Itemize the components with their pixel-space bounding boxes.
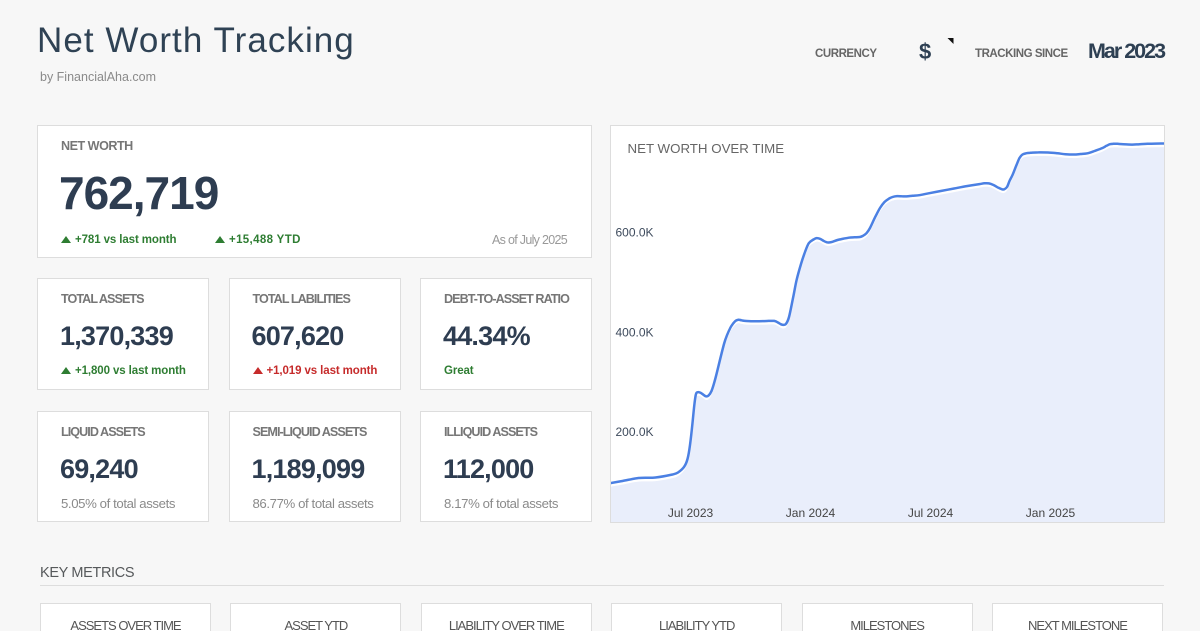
svg-text:NET WORTH OVER TIME: NET WORTH OVER TIME bbox=[628, 141, 785, 156]
svg-text:200.0K: 200.0K bbox=[616, 425, 654, 439]
svg-text:Jan 2024: Jan 2024 bbox=[786, 506, 836, 520]
svg-text:600.0K: 600.0K bbox=[616, 226, 654, 240]
svg-text:400.0K: 400.0K bbox=[616, 326, 654, 340]
svg-text:Jul 2024: Jul 2024 bbox=[908, 506, 954, 520]
svg-text:Jan 2025: Jan 2025 bbox=[1026, 506, 1076, 520]
svg-text:Jul 2023: Jul 2023 bbox=[668, 506, 714, 520]
